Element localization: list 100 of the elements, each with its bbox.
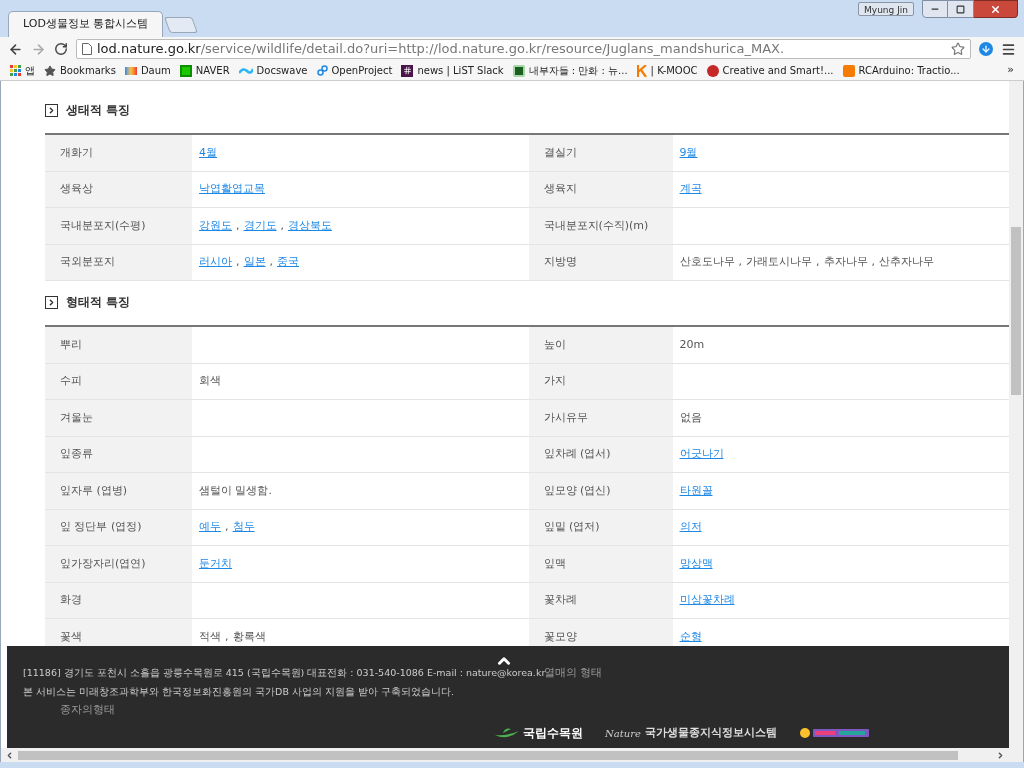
maximize-button[interactable]: [948, 0, 974, 18]
value-link[interactable]: 중국: [277, 254, 299, 271]
value-link[interactable]: 둔거치: [199, 555, 232, 572]
square-logo-icon: [179, 64, 192, 77]
museum-logo-icon: [798, 725, 871, 741]
bookmark-link[interactable]: RCArduino: Tractio...: [858, 63, 960, 78]
arrow-box-icon: [45, 103, 58, 117]
bookmark-link[interactable]: Daum: [140, 63, 171, 78]
footer-text: [11186] 경기도 포천시 소흘읍 광릉수목원로 415 (국립수목원) 대표전화 : 031-540-1086 E-mail : nature@korea.kr: [23, 666, 546, 680]
field-label: 화경: [60, 592, 82, 608]
apps-grid-icon: [10, 65, 21, 76]
blogger-icon: [842, 64, 855, 77]
field-label: 잎차례 (엽서): [543, 446, 611, 462]
field-label: 잎밑 (엽저): [543, 519, 600, 535]
k-logo-icon: [636, 64, 647, 77]
value-link[interactable]: 의저: [679, 519, 702, 536]
menu-icon[interactable]: [1001, 41, 1016, 57]
bookmark-link[interactable]: news | LiST Slack: [417, 63, 504, 78]
value-text: 회색: [199, 373, 221, 389]
url-path: /service/wildlife/detail.do?uri=http://lod.nature.go.kr/resource/Juglans_mandshurica_MAX.: [200, 40, 786, 59]
field-label: 뿌리: [60, 336, 82, 353]
bookmark-link[interactable]: 내부자들 : 만화 : 뉴...: [528, 63, 628, 78]
field-label: 잎가장자리(엽연): [60, 555, 146, 572]
value-text: 가래토시나무: [746, 254, 812, 270]
field-label: 수피: [60, 373, 82, 389]
separator-comma: ,: [871, 254, 875, 270]
field-label: 꽃차례: [543, 592, 577, 608]
close-icon: [990, 3, 1001, 15]
bookmark-link[interactable]: Bookmarks: [60, 63, 116, 78]
maximize-icon: [956, 4, 965, 14]
user-badge[interactable]: Myung Jin: [858, 2, 914, 16]
bookmark-link[interactable]: | K-MOOC: [650, 63, 698, 78]
star-icon: [44, 64, 56, 77]
value-link[interactable]: 러시아: [199, 254, 232, 271]
logo-text: 국립수목원: [523, 725, 583, 742]
field-label: 잎 정단부 (엽정): [60, 519, 142, 535]
close-button[interactable]: [974, 0, 1018, 18]
field-label: 개화기: [60, 144, 93, 161]
value-text: 샘털이 밀생함.: [199, 482, 272, 499]
value-text: 산추자나무: [879, 254, 934, 270]
link-icon: [316, 65, 328, 76]
value-link[interactable]: 9월: [679, 144, 698, 161]
section-title: 형태적 특징: [66, 294, 131, 311]
arrow-box-icon: [45, 295, 58, 309]
horizontal-scrollbar[interactable]: [1, 748, 1023, 762]
field-label: 종자의형태: [60, 701, 115, 718]
field-label: 높이: [543, 336, 566, 353]
bookmarks-overflow-button[interactable]: »: [1007, 62, 1014, 79]
field-label: 가지: [543, 373, 566, 389]
value-link[interactable]: 망상맥: [679, 555, 713, 572]
value-link[interactable]: 첨두: [232, 519, 255, 536]
value-text: 산호도나무: [679, 254, 735, 270]
scrollbar-thumb[interactable]: [18, 750, 958, 760]
vertical-scrollbar[interactable]: [1009, 81, 1023, 748]
bookmark-link[interactable]: NAVER: [195, 63, 230, 78]
field-label: 생육지: [543, 181, 577, 197]
wave-icon: [238, 66, 253, 75]
hash-icon: [401, 64, 414, 77]
field-label: 가시유무: [543, 409, 588, 426]
value-link[interactable]: 낙엽활엽교목: [199, 181, 265, 198]
field-label: 겨울눈: [60, 409, 93, 426]
separator-comma: ,: [280, 217, 284, 234]
value-link[interactable]: 계곡: [679, 181, 702, 198]
value-link[interactable]: 일본: [243, 254, 266, 271]
reload-icon[interactable]: [54, 42, 68, 56]
minimize-button[interactable]: [922, 0, 948, 18]
star-icon[interactable]: [951, 42, 965, 56]
back-icon[interactable]: [8, 41, 23, 57]
field-label: 꽃모양: [543, 628, 577, 645]
leaf-logo-icon: [495, 727, 519, 739]
value-link[interactable]: 타원꼴: [679, 482, 713, 499]
value-link[interactable]: 예두: [199, 519, 221, 536]
value-link[interactable]: 경기도: [243, 217, 277, 234]
field-label: 국내분포지(수평): [60, 217, 146, 234]
value-link[interactable]: 경상북도: [288, 217, 332, 234]
address-field[interactable]: lod.nature.go.kr/service/wildlife/detail.do?uri=http://lod.nature.go.kr/resource/Juglans_mandshurica_MAX.: [76, 39, 971, 59]
browser-tab[interactable]: LOD생물정보 통합시스템: [8, 11, 163, 37]
bookmark-link[interactable]: OpenProject: [331, 63, 393, 78]
field-label: 잎모양 (엽신): [543, 482, 611, 499]
scrollbar-thumb[interactable]: [1011, 227, 1021, 395]
round-logo-icon: [706, 64, 719, 77]
value-link[interactable]: 어긋나기: [679, 446, 724, 463]
field-label: 결실기: [543, 144, 577, 161]
value-link[interactable]: 미상꽃차례: [679, 592, 735, 609]
bookmark-link[interactable]: Docswave: [256, 63, 308, 78]
arrow-right-icon[interactable]: [996, 750, 1005, 760]
section-title: 생태적 특징: [66, 102, 131, 119]
field-label: 국내분포지(수직)(m): [543, 217, 649, 234]
square-face-icon: [512, 64, 525, 77]
value-link[interactable]: 강원도: [199, 217, 232, 234]
separator-comma: ,: [816, 254, 820, 270]
value-link[interactable]: 순형: [679, 628, 702, 645]
download-icon[interactable]: [979, 42, 993, 56]
value-text: 20m: [679, 336, 705, 353]
value-link[interactable]: 4월: [199, 144, 217, 161]
bookmark-link[interactable]: Creative and Smart!...: [722, 63, 834, 78]
bookmark-link[interactable]: 앱: [25, 63, 35, 78]
arrow-left-icon[interactable]: [5, 750, 14, 760]
field-label: 꽃색: [60, 628, 82, 645]
value-text: 추자나무: [823, 254, 868, 270]
